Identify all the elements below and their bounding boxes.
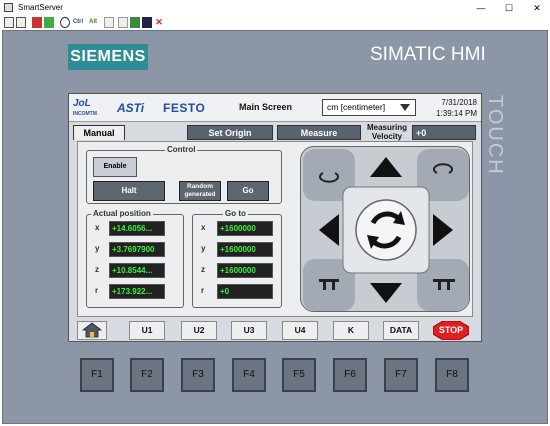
- tab-manual[interactable]: Manual: [73, 125, 125, 140]
- f4-key[interactable]: F4: [232, 358, 266, 392]
- simatic-label: SIMATIC HMI: [370, 44, 486, 65]
- screen-header: JoL INCOMTM ASTi FESTO Main Screen cm [c…: [69, 94, 481, 122]
- app-toolbar: Ctrl Alt ✕: [0, 16, 550, 30]
- actual-position-title: Actual position: [91, 209, 153, 218]
- screen-icon[interactable]: [32, 17, 42, 28]
- tab-row: Manual Set Origin Measure Measuring Velo…: [69, 123, 481, 141]
- home-button[interactable]: [77, 321, 107, 340]
- maximize-button[interactable]: ☐: [498, 1, 520, 15]
- copy-icon[interactable]: [104, 17, 114, 28]
- unit-select[interactable]: cm [centimeter]: [322, 99, 416, 116]
- manual-panel: Control Enable Halt Random generated Go …: [77, 141, 473, 317]
- actual-z-value: +10.8544...: [109, 263, 165, 278]
- app-icon: [4, 3, 13, 12]
- chevron-down-icon: [400, 104, 410, 111]
- datetime: 7/31/2018 1:39:14 PM: [436, 97, 477, 119]
- velocity-label: Measuring Velocity: [366, 123, 407, 141]
- minimize-button[interactable]: —: [470, 1, 492, 15]
- f2-key[interactable]: F2: [130, 358, 164, 392]
- properties-icon[interactable]: [4, 17, 14, 28]
- tab-set-origin[interactable]: Set Origin: [187, 125, 273, 140]
- arrow-right-icon[interactable]: [433, 214, 453, 246]
- refresh-icon[interactable]: [44, 17, 54, 28]
- k-button[interactable]: K: [333, 321, 369, 340]
- velocity-value[interactable]: +0: [412, 125, 476, 140]
- tab-measure[interactable]: Measure: [277, 125, 361, 140]
- enable-button[interactable]: Enable: [93, 157, 137, 177]
- actual-x-label: x: [95, 223, 100, 232]
- goto-y-input[interactable]: +1600000: [217, 242, 273, 257]
- window-title: SmartServer: [18, 3, 63, 12]
- actual-z-label: z: [95, 265, 99, 274]
- jol-logo-sub: INCOMTM: [73, 111, 97, 117]
- stop-label: STOP: [438, 325, 464, 335]
- goto-z-input[interactable]: +1600000: [217, 263, 273, 278]
- ctrl-key-button[interactable]: Ctrl: [72, 17, 84, 28]
- home-rotate-button[interactable]: [355, 199, 417, 261]
- goto-x-input[interactable]: +1600000: [217, 221, 273, 236]
- control-group-title: Control: [165, 145, 198, 154]
- goto-z-label: z: [201, 265, 205, 274]
- alt-key-button[interactable]: Alt: [88, 17, 98, 28]
- f5-key[interactable]: F5: [282, 358, 316, 392]
- time-label: 1:39:14 PM: [436, 109, 477, 118]
- halt-button[interactable]: Halt: [93, 181, 165, 201]
- actual-r-label: r: [95, 286, 99, 295]
- f6-key[interactable]: F6: [333, 358, 367, 392]
- stop-button[interactable]: STOP: [432, 320, 470, 341]
- close-button[interactable]: ✕: [526, 1, 548, 15]
- arrow-down-icon[interactable]: [370, 283, 402, 303]
- asti-logo: ASTi: [117, 101, 145, 115]
- go-button[interactable]: Go: [227, 181, 269, 201]
- control-group: Control Enable Halt Random generated Go: [86, 145, 282, 204]
- actual-x-value: +14.6056...: [109, 221, 165, 236]
- jog-pad-graphic: [303, 149, 469, 311]
- delete-icon[interactable]: ✕: [154, 17, 164, 28]
- actual-position-group: Actual position x +14.6056... y +3.76979…: [86, 209, 184, 308]
- date-label: 7/31/2018: [441, 98, 477, 107]
- u2-button[interactable]: U2: [181, 321, 217, 340]
- random-generated-button[interactable]: Random generated: [179, 181, 221, 201]
- actual-y-label: y: [95, 244, 100, 253]
- hmi-screen: JoL INCOMTM ASTi FESTO Main Screen cm [c…: [68, 93, 482, 342]
- jol-logo: JoL INCOMTM: [73, 98, 113, 118]
- function-row: U1 U2 U3 U4 K DATA STOP: [69, 320, 481, 341]
- actual-y-value: +3.7697900: [109, 242, 165, 257]
- f8-key[interactable]: F8: [435, 358, 469, 392]
- transfer-icon[interactable]: [130, 17, 140, 28]
- paste-icon[interactable]: [118, 17, 128, 28]
- go-to-title: Go to: [223, 209, 248, 218]
- data-button[interactable]: DATA: [383, 321, 419, 340]
- touch-label: TOUCH: [484, 95, 506, 176]
- u4-button[interactable]: U4: [282, 321, 318, 340]
- festo-logo: FESTO: [163, 101, 206, 115]
- goto-r-label: r: [201, 286, 205, 295]
- siemens-logo: SIEMENS: [68, 44, 148, 70]
- arrow-left-icon[interactable]: [319, 214, 339, 246]
- f3-key[interactable]: F3: [181, 358, 215, 392]
- window-titlebar: SmartServer — ☐ ✕: [0, 0, 550, 16]
- u3-button[interactable]: U3: [231, 321, 267, 340]
- u1-button[interactable]: U1: [129, 321, 165, 340]
- f7-key[interactable]: F7: [384, 358, 418, 392]
- go-to-group: Go to x +1600000 y +1600000 z +1600000 r…: [192, 209, 282, 308]
- arrow-up-icon[interactable]: [370, 157, 402, 177]
- home-icon: [81, 322, 103, 338]
- actual-r-value: +173.922...: [109, 284, 165, 299]
- goto-r-input[interactable]: +0: [217, 284, 273, 299]
- unit-select-value: cm [centimeter]: [327, 102, 386, 112]
- document-icon[interactable]: [16, 17, 26, 28]
- jol-logo-text: JoL: [73, 98, 91, 109]
- f1-key[interactable]: F1: [80, 358, 114, 392]
- goto-x-label: x: [201, 223, 206, 232]
- eye-icon[interactable]: [60, 17, 70, 28]
- save-icon[interactable]: [142, 17, 152, 28]
- jog-pad: [300, 146, 470, 312]
- screen-title: Main Screen: [239, 102, 293, 112]
- goto-y-label: y: [201, 244, 206, 253]
